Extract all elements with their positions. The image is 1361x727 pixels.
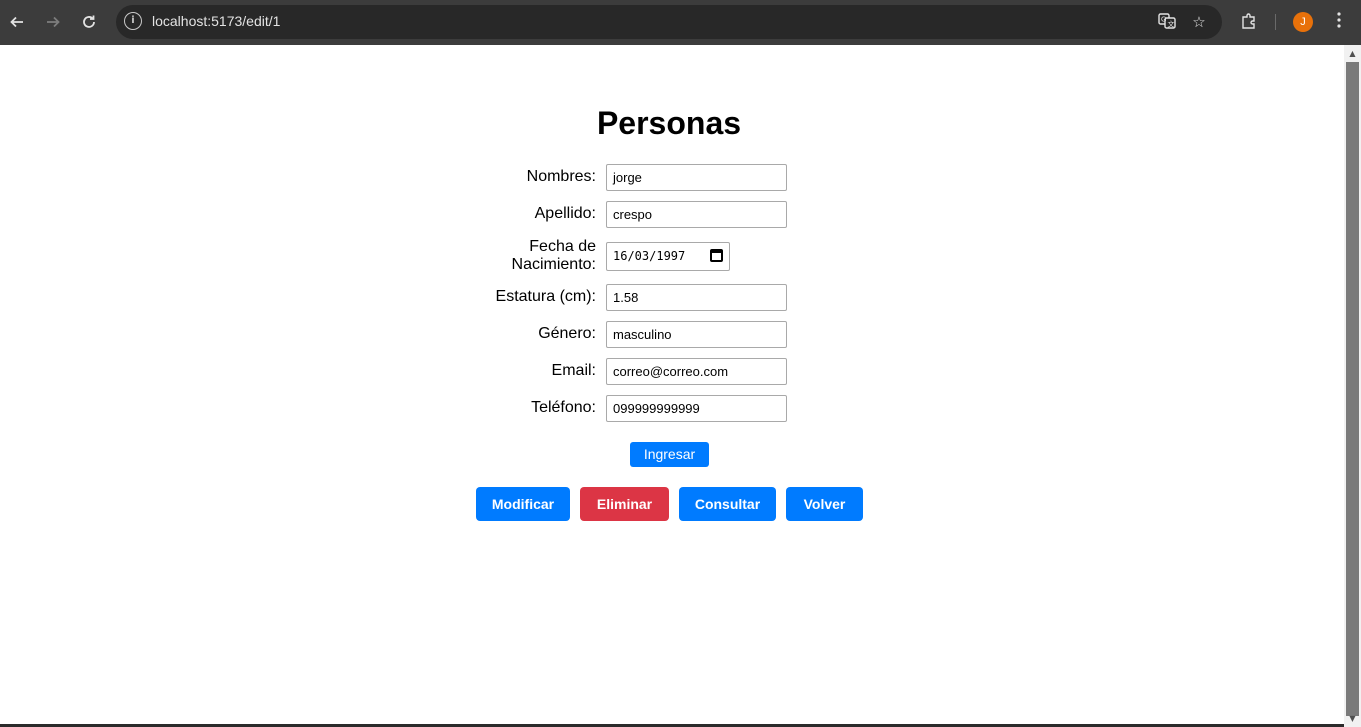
translate-icon[interactable]: 文G xyxy=(1157,12,1177,32)
bookmark-star-icon[interactable]: ☆ xyxy=(1189,12,1209,32)
telefono-input[interactable]: 099999999999 xyxy=(606,395,787,422)
apellido-label: Apellido: xyxy=(534,205,596,222)
apellido-input[interactable]: crespo xyxy=(606,201,787,228)
site-info-icon[interactable]: i xyxy=(124,12,142,30)
profile-avatar[interactable]: J xyxy=(1293,12,1313,32)
consultar-button[interactable]: Consultar xyxy=(679,487,776,521)
estatura-label: Estatura (cm): xyxy=(495,288,596,305)
fecha-nacimiento-input[interactable]: 16/03/1997 xyxy=(606,242,730,271)
volver-button[interactable]: Volver xyxy=(786,487,863,521)
estatura-input[interactable]: 1.58 xyxy=(606,284,787,311)
scroll-up-arrow-icon[interactable]: ▲ xyxy=(1344,45,1361,62)
nombres-input[interactable]: jorge xyxy=(606,164,787,191)
reload-icon[interactable] xyxy=(76,9,102,35)
fecha-nacimiento-label-line2: Nacimiento: xyxy=(511,256,596,273)
page-title: Personas xyxy=(596,105,742,141)
eliminar-button[interactable]: Eliminar xyxy=(580,487,669,521)
toolbar-divider xyxy=(1275,14,1276,30)
genero-label: Género: xyxy=(538,325,596,342)
address-bar[interactable]: i localhost:5173/edit/1 文G ☆ xyxy=(116,5,1222,39)
extensions-puzzle-icon[interactable] xyxy=(1239,12,1259,32)
scroll-down-arrow-icon[interactable]: ▼ xyxy=(1344,710,1361,727)
email-input[interactable]: correo@correo.com xyxy=(606,358,787,385)
svg-text:G: G xyxy=(1161,17,1166,24)
vertical-scrollbar[interactable]: ▲ ▼ xyxy=(1344,45,1361,727)
kebab-menu-icon[interactable] xyxy=(1329,12,1349,32)
back-arrow-icon[interactable] xyxy=(4,9,30,35)
url-text[interactable]: localhost:5173/edit/1 xyxy=(152,13,280,29)
fecha-nacimiento-value: 16/03/1997 xyxy=(613,249,686,263)
genero-input[interactable]: masculino xyxy=(606,321,787,348)
fecha-nacimiento-label: Fecha de Nacimiento: xyxy=(512,238,596,274)
svg-text:文: 文 xyxy=(1168,20,1175,29)
telefono-label: Teléfono: xyxy=(531,399,596,416)
fecha-nacimiento-label-line1: Fecha de xyxy=(529,238,596,255)
scrollbar-thumb[interactable] xyxy=(1346,62,1359,716)
browser-toolbar: i localhost:5173/edit/1 文G ☆ J xyxy=(0,0,1361,45)
email-label: Email: xyxy=(551,362,596,379)
page-content: Personas Nombres: jorge Apellido: crespo… xyxy=(0,45,1344,724)
calendar-icon[interactable] xyxy=(710,249,723,262)
modificar-button[interactable]: Modificar xyxy=(476,487,570,521)
forward-arrow-icon[interactable] xyxy=(40,9,66,35)
ingresar-button[interactable]: Ingresar xyxy=(630,442,709,467)
nombres-label: Nombres: xyxy=(526,168,596,185)
